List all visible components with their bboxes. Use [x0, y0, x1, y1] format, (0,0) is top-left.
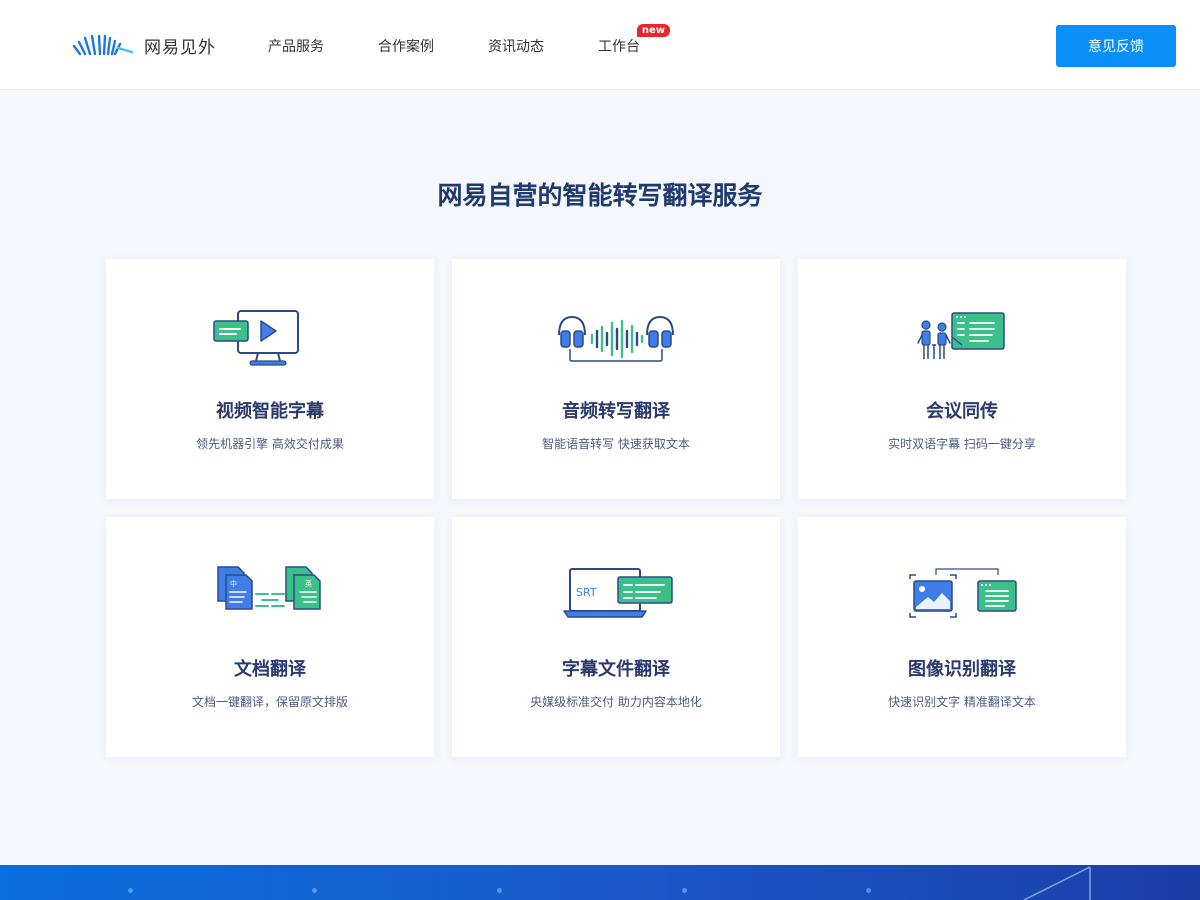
- doc-target-label: 英: [305, 579, 312, 588]
- card-title: 字幕文件翻译: [562, 659, 670, 680]
- decor-dot: [682, 888, 687, 893]
- logo-text: 网易见外: [144, 37, 216, 58]
- card-desc: 领先机器引擎 高效交付成果: [196, 437, 344, 451]
- decor-dot: [128, 888, 133, 893]
- doc-source-label: 中: [230, 579, 237, 588]
- card-image-recognition-translation[interactable]: 图像识别翻译 快速识别文字 精准翻译文本: [798, 517, 1126, 757]
- card-title: 图像识别翻译: [908, 659, 1016, 680]
- card-title: 视频智能字幕: [216, 401, 324, 422]
- video-subtitle-icon: [213, 310, 299, 366]
- card-desc: 智能语音转写 快速获取文本: [542, 437, 690, 451]
- main-nav: 产品服务 合作案例 资讯动态 工作台 new: [268, 24, 694, 56]
- top-header: 网易见外 产品服务 合作案例 资讯动态 工作台 new 意见反馈: [0, 0, 1200, 90]
- card-subtitle-file-translation[interactable]: SRT 字幕文件翻译 央媒级标准交付 助力内容本地化: [452, 517, 780, 757]
- footer-banner: [0, 865, 1200, 900]
- document-translate-icon: 中 英: [217, 566, 321, 610]
- logo-icon: [72, 34, 134, 56]
- meeting-icon: [917, 312, 1005, 359]
- new-badge: new: [636, 24, 670, 37]
- card-audio-transcribe[interactable]: 音频转写翻译 智能语音转写 快速获取文本: [452, 259, 780, 499]
- card-video-subtitle[interactable]: 视频智能字幕 领先机器引擎 高效交付成果: [106, 259, 434, 499]
- nav-item-products[interactable]: 产品服务: [268, 36, 324, 56]
- card-desc: 文档一键翻译，保留原文排版: [191, 695, 348, 709]
- card-title: 音频转写翻译: [562, 401, 670, 422]
- card-title: 会议同传: [926, 401, 998, 422]
- audio-headphones-icon: [558, 315, 674, 362]
- decor-device-outline: [1023, 866, 1091, 900]
- card-desc: 央媒级标准交付 助力内容本地化: [530, 695, 702, 709]
- feedback-button[interactable]: 意见反馈: [1056, 25, 1176, 67]
- card-desc: 快速识别文字 精准翻译文本: [888, 695, 1036, 709]
- nav-item-workspace-label: 工作台: [598, 39, 640, 55]
- card-meeting-interpretation[interactable]: 会议同传 实时双语字幕 扫码一键分享: [798, 259, 1126, 499]
- nav-item-cases[interactable]: 合作案例: [378, 36, 434, 56]
- card-desc: 实时双语字幕 扫码一键分享: [888, 437, 1036, 451]
- srt-label: SRT: [576, 586, 597, 599]
- decor-dot: [497, 888, 502, 893]
- nav-item-news[interactable]: 资讯动态: [488, 36, 544, 56]
- decor-dot: [312, 888, 317, 893]
- srt-file-icon: SRT: [563, 568, 673, 618]
- card-title: 文档翻译: [234, 659, 306, 680]
- section-title: 网易自营的智能转写翻译服务: [437, 181, 763, 210]
- image-recognition-icon: [909, 568, 1017, 618]
- logo[interactable]: 网易见外: [72, 32, 216, 58]
- nav-item-workspace[interactable]: 工作台 new: [598, 24, 670, 56]
- card-document-translation[interactable]: 中 英 文档翻译 文档一键翻译，保留原文排版: [106, 517, 434, 757]
- decor-dot: [866, 888, 871, 893]
